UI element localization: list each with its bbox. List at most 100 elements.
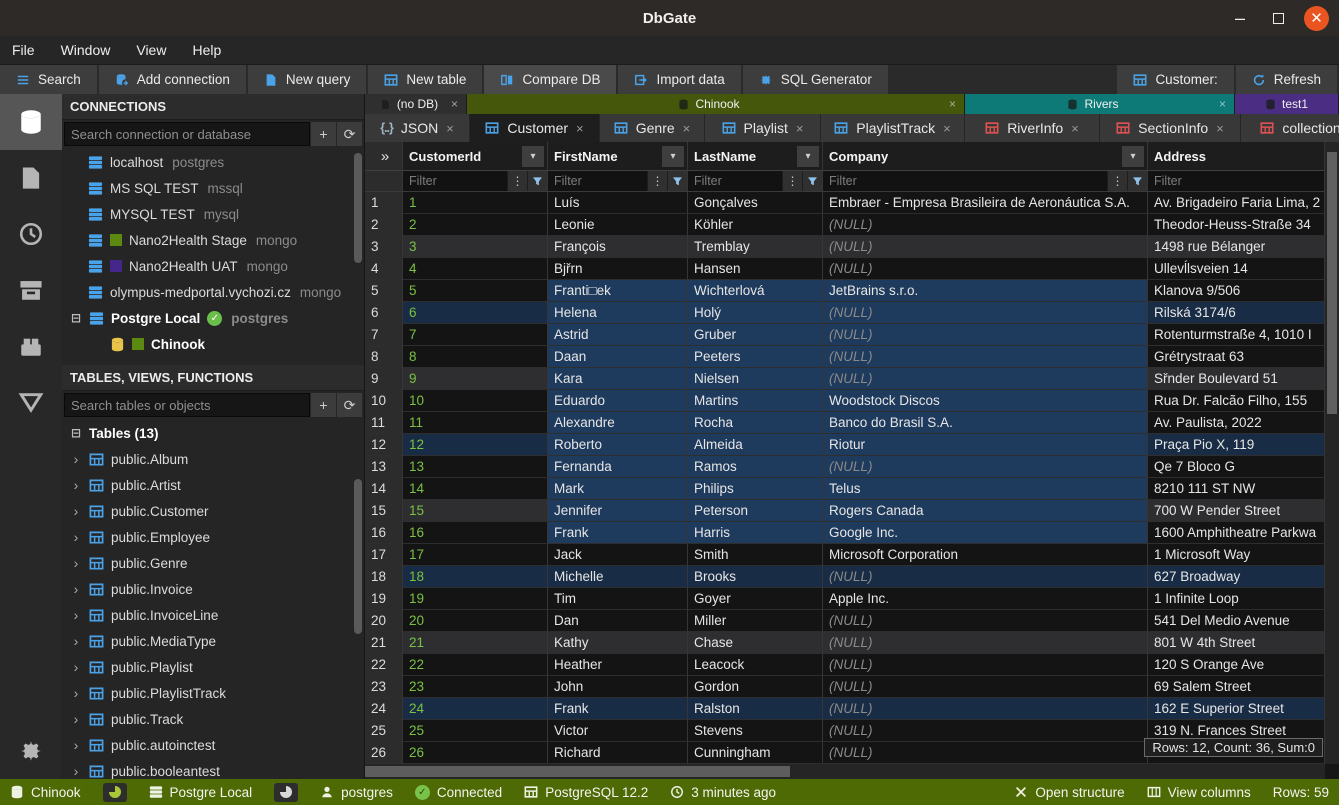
cell-lastname-row10[interactable]: Martins [688,390,823,412]
cell-company-row12[interactable]: Riotur [823,434,1148,456]
cell-company-row19[interactable]: Apple Inc. [823,588,1148,610]
connection-item-nano2health-uat[interactable]: Nano2Health UATmongo [62,253,364,279]
cell-customerid-row17[interactable]: 17 [403,544,548,566]
cell-company-row7[interactable]: (NULL) [823,324,1148,346]
row-number[interactable]: 19 [365,588,403,610]
cell-customerid-row5[interactable]: 5 [403,280,548,302]
db-tab-rivers[interactable]: Rivers× [965,94,1235,114]
cell-company-row3[interactable]: (NULL) [823,236,1148,258]
cell-lastname-row7[interactable]: Gruber [688,324,823,346]
toolbar-button-new-table[interactable]: New table [368,65,482,94]
column-header-firstname[interactable]: FirstName▾ [548,142,688,171]
cell-customerid-row16[interactable]: 16 [403,522,548,544]
cell-company-row23[interactable]: (NULL) [823,676,1148,698]
filter-kebab-icon[interactable]: ⋮ [1107,171,1127,191]
status-view-columns[interactable]: View columns [1147,785,1251,800]
column-header-lastname[interactable]: LastName▾ [688,142,823,171]
tab-genre[interactable]: Genre× [600,114,705,142]
activity-file[interactable] [0,150,62,206]
filter-funnel-icon[interactable] [802,171,822,191]
filter-funnel-icon[interactable] [1127,171,1147,191]
row-number[interactable]: 6 [365,302,403,324]
cell-company-row2[interactable]: (NULL) [823,214,1148,236]
filter-funnel-icon[interactable] [527,171,547,191]
cell-firstname-row21[interactable]: Kathy [548,632,688,654]
chevron-right-icon[interactable]: › [70,607,82,623]
chevron-right-icon[interactable]: › [70,451,82,467]
database-color-badge[interactable] [274,783,298,802]
cell-lastname-row15[interactable]: Peterson [688,500,823,522]
connections-search-input[interactable] [64,122,310,146]
column-header-address[interactable]: Address [1148,142,1325,171]
expand-all-button[interactable]: » [365,142,403,171]
db-tab--no-db-[interactable]: (no DB)× [365,94,467,114]
activity-history[interactable] [0,206,62,262]
row-number[interactable]: 16 [365,522,403,544]
cell-customerid-row10[interactable]: 10 [403,390,548,412]
close-tab-icon[interactable]: × [576,121,584,136]
connections-refresh-button[interactable]: ⟳ [336,122,362,146]
chevron-right-icon[interactable]: › [70,477,82,493]
cell-company-row13[interactable]: (NULL) [823,456,1148,478]
cell-lastname-row13[interactable]: Ramos [688,456,823,478]
cell-company-row6[interactable]: (NULL) [823,302,1148,324]
status-rows-59[interactable]: Rows: 59 [1273,785,1329,800]
toolbar-button-import-data[interactable]: Import data [618,65,740,94]
chevron-right-icon[interactable]: › [70,685,82,701]
cell-firstname-row9[interactable]: Kara [548,368,688,390]
db-tab-chinook[interactable]: Chinook× [467,94,965,114]
filter-funnel-icon[interactable] [667,171,687,191]
toolbar-button-refresh[interactable]: Refresh [1236,65,1337,94]
close-tab-icon[interactable]: × [1071,121,1079,136]
connection-item-chinook[interactable]: Chinook [62,331,364,357]
filter-input-firstname[interactable] [548,171,647,191]
row-number[interactable]: 14 [365,478,403,500]
cell-firstname-row12[interactable]: Roberto [548,434,688,456]
cell-lastname-row23[interactable]: Gordon [688,676,823,698]
row-number[interactable]: 24 [365,698,403,720]
cell-lastname-row20[interactable]: Miller [688,610,823,632]
cell-firstname-row11[interactable]: Alexandre [548,412,688,434]
chevron-right-icon[interactable]: › [70,633,82,649]
tab-playlisttrack[interactable]: PlaylistTrack× [821,114,965,142]
cell-customerid-row15[interactable]: 15 [403,500,548,522]
tables-search-input[interactable] [64,393,310,417]
cell-firstname-row26[interactable]: Richard [548,742,688,764]
column-menu-chevron-icon[interactable]: ▾ [522,146,544,167]
chevron-right-icon[interactable]: › [70,503,82,519]
cell-company-row8[interactable]: (NULL) [823,346,1148,368]
cell-firstname-row2[interactable]: Leonie [548,214,688,236]
filter-input-customerid[interactable] [403,171,507,191]
status-chinook[interactable]: Chinook [10,785,81,800]
row-number[interactable]: 21 [365,632,403,654]
cell-address-row20[interactable]: 541 Del Medio Avenue [1148,610,1325,632]
chevron-right-icon[interactable]: › [70,529,82,545]
row-number[interactable]: 7 [365,324,403,346]
table-item-public-invoiceline[interactable]: ›public.InvoiceLine [62,602,364,628]
close-tab-icon[interactable]: × [949,97,956,111]
cell-address-row3[interactable]: 1498 rue Bélanger [1148,236,1325,258]
table-item-public-artist[interactable]: ›public.Artist [62,472,364,498]
row-number[interactable]: 4 [365,258,403,280]
toolbar-button-customer[interactable]: Customer: [1117,65,1233,94]
tab-sectioninfo[interactable]: SectionInfo× [1100,114,1241,142]
cell-company-row15[interactable]: Rogers Canada [823,500,1148,522]
grid-vertical-scrollbar-handle[interactable] [1327,152,1337,414]
cell-lastname-row16[interactable]: Harris [688,522,823,544]
row-number[interactable]: 5 [365,280,403,302]
cell-firstname-row10[interactable]: Eduardo [548,390,688,412]
db-tab-test1[interactable]: test1 [1235,94,1339,114]
row-number[interactable]: 20 [365,610,403,632]
tables-group[interactable]: ⊟Tables (13) [62,420,364,446]
cell-lastname-row12[interactable]: Almeida [688,434,823,456]
cell-firstname-row14[interactable]: Mark [548,478,688,500]
column-menu-chevron-icon[interactable]: ▾ [797,146,819,167]
connection-item-postgre-local[interactable]: ⊟Postgre Local✓postgres [62,305,364,331]
tables-scrollbar-handle[interactable] [354,479,362,634]
cell-firstname-row13[interactable]: Fernanda [548,456,688,478]
filter-input-lastname[interactable] [688,171,782,191]
cell-firstname-row7[interactable]: Astrid [548,324,688,346]
cell-firstname-row25[interactable]: Victor [548,720,688,742]
row-number[interactable]: 12 [365,434,403,456]
table-item-public-album[interactable]: ›public.Album [62,446,364,472]
